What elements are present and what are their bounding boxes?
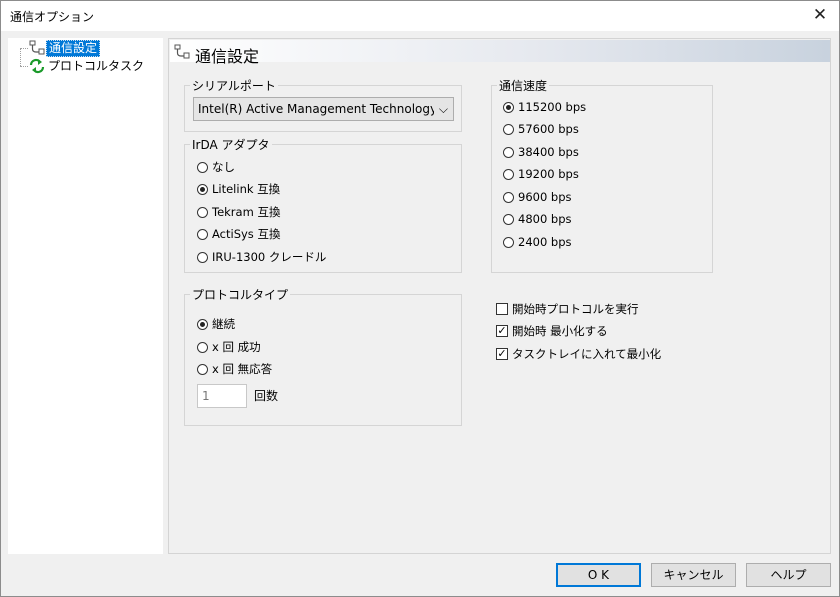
retry-count-label: 回数 (254, 389, 279, 403)
minimize-on-start-checkbox[interactable]: ✓ 開始時 最小化する (496, 322, 608, 340)
tree-item-protocol-task[interactable]: プロトコルタスク (28, 58, 146, 74)
group-legend: シリアルポート (192, 79, 276, 93)
connection-settings-icon (29, 40, 45, 55)
baud-option-115200[interactable]: 115200 bps (503, 98, 586, 116)
checkbox-label: 開始時 最小化する (512, 324, 608, 338)
baud-option-9600[interactable]: 9600 bps (503, 188, 572, 206)
radio-label: 115200 bps (518, 100, 587, 114)
radio-circle (503, 236, 514, 248)
radio-label: 4800 bps (518, 212, 572, 226)
radio-label: Litelink 互換 (212, 182, 281, 196)
checkmark-icon: ✓ (496, 347, 508, 360)
baud-option-19200[interactable]: 19200 bps (503, 165, 579, 183)
tree-connector (20, 48, 21, 66)
group-legend: 通信速度 (499, 79, 548, 93)
group-legend: プロトコルタイプ (192, 288, 289, 302)
irda-option-tekram[interactable]: Tekram 互換 (197, 203, 280, 221)
radio-label: 57600 bps (518, 122, 579, 136)
radio-label: 2400 bps (518, 235, 572, 249)
tree-item-label: プロトコルタスク (48, 58, 145, 73)
baud-option-57600[interactable]: 57600 bps (503, 120, 579, 138)
protocol-option-continuous[interactable]: 継続 (197, 315, 235, 333)
irda-option-litelink[interactable]: Litelink 互換 (197, 180, 280, 198)
select-value: Intel(R) Active Management Technology - … (198, 102, 434, 116)
radio-label: 19200 bps (518, 167, 579, 181)
radio-label: Tekram 互換 (212, 205, 281, 219)
radio-label: 9600 bps (518, 190, 572, 204)
connection-settings-icon (174, 44, 190, 59)
radio-circle (197, 183, 208, 195)
irda-option-iru1300[interactable]: IRU-1300 クレードル (197, 248, 326, 266)
tree-item-label: 通信設定 (46, 39, 101, 57)
radio-circle (503, 168, 514, 180)
retry-count-input[interactable]: 1 (197, 384, 247, 408)
radio-circle (197, 363, 208, 375)
checkbox-label: タスクトレイに入れて最小化 (512, 347, 662, 361)
irda-option-none[interactable]: なし (197, 158, 235, 176)
checkbox-label: 開始時プロトコルを実行 (512, 302, 639, 316)
panel-title: 通信設定 (195, 47, 260, 66)
radio-circle (197, 251, 208, 263)
panel-header: 通信設定 (170, 40, 830, 66)
radio-circle (503, 101, 514, 113)
tree-connector (20, 48, 28, 49)
irda-option-actisys[interactable]: ActiSys 互換 (197, 225, 280, 243)
group-legend: IrDA アダプタ (192, 138, 270, 152)
radio-label: IRU-1300 クレードル (212, 250, 327, 264)
close-icon[interactable]: ✕ (809, 4, 831, 26)
tree-item-connection-settings[interactable]: 通信設定 (28, 39, 101, 57)
checkmark-icon: ✓ (496, 324, 508, 337)
baud-option-2400[interactable]: 2400 bps (503, 233, 572, 251)
checkbox-box (496, 303, 508, 315)
tree-connector (20, 66, 28, 67)
chevron-down-icon: ⌵ (438, 102, 448, 116)
baud-option-38400[interactable]: 38400 bps (503, 143, 579, 161)
radio-circle (503, 123, 514, 135)
radio-label: x 回 無応答 (212, 362, 273, 376)
title-bar: 通信オプション ✕ (1, 1, 839, 31)
radio-label: ActiSys 互換 (212, 227, 281, 241)
minimize-to-tray-checkbox[interactable]: ✓ タスクトレイに入れて最小化 (496, 345, 661, 363)
baud-option-4800[interactable]: 4800 bps (503, 210, 572, 228)
radio-circle (197, 318, 208, 330)
radio-circle (503, 146, 514, 158)
radio-label: 38400 bps (518, 145, 579, 159)
radio-circle (197, 161, 208, 173)
help-button[interactable]: ヘルプ (746, 563, 831, 587)
serial-port-select[interactable]: Intel(R) Active Management Technology - … (193, 97, 454, 121)
protocol-option-x-success[interactable]: x 回 成功 (197, 338, 261, 356)
radio-circle (197, 206, 208, 218)
protocol-task-icon (29, 58, 45, 74)
window-title: 通信オプション (10, 10, 95, 24)
radio-circle (503, 213, 514, 225)
radio-circle (197, 228, 208, 240)
settings-tree: 通信設定 プロトコルタスク (8, 38, 163, 554)
radio-label: 継続 (212, 317, 235, 331)
radio-circle (197, 341, 208, 353)
radio-label: なし (212, 160, 235, 174)
ok-button[interactable]: O K (556, 563, 641, 587)
radio-label: x 回 成功 (212, 340, 261, 354)
radio-circle (503, 191, 514, 203)
protocol-option-x-no-response[interactable]: x 回 無応答 (197, 360, 272, 378)
cancel-button[interactable]: キャンセル (651, 563, 736, 587)
run-protocol-on-start-checkbox[interactable]: 開始時プロトコルを実行 (496, 300, 639, 318)
